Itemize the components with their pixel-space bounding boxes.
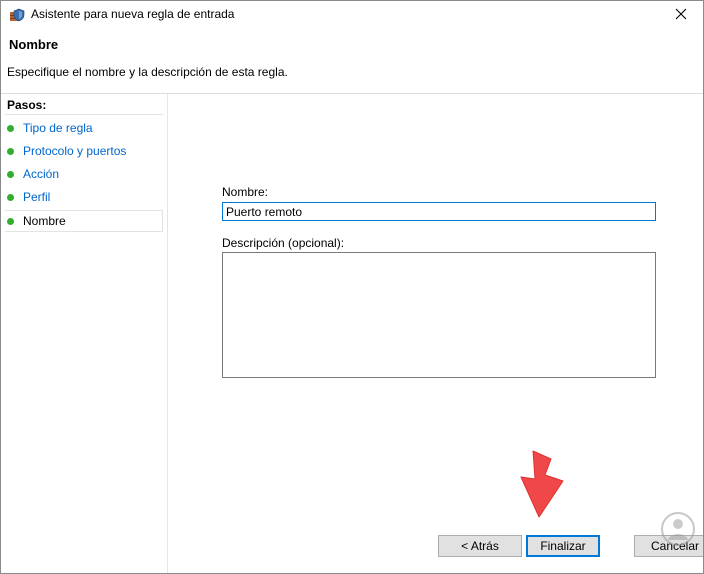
step-label: Perfil xyxy=(23,190,51,204)
window-title: Asistente para nueva regla de entrada xyxy=(31,7,235,21)
step-accion[interactable]: Acción xyxy=(5,164,163,186)
step-tipo-de-regla[interactable]: Tipo de regla xyxy=(5,118,163,140)
description-textarea[interactable] xyxy=(222,252,656,378)
back-button[interactable]: < Atrás xyxy=(438,535,522,557)
close-button[interactable] xyxy=(659,1,703,29)
title-bar: Asistente para nueva regla de entrada xyxy=(1,1,703,29)
current-dot-icon xyxy=(7,218,14,225)
steps-panel: Pasos: Tipo de regla Protocolo y puertos… xyxy=(1,94,168,573)
name-label: Nombre: xyxy=(222,185,269,199)
watermark-logo-icon xyxy=(661,512,695,546)
wizard-window: Asistente para nueva regla de entrada No… xyxy=(0,0,704,574)
red-arrow-icon xyxy=(520,450,564,518)
description-label: Descripción (opcional): xyxy=(222,236,345,250)
finish-button[interactable]: Finalizar xyxy=(526,535,600,557)
page-description: Especifique el nombre y la descripción d… xyxy=(7,65,288,79)
completed-dot-icon xyxy=(7,194,14,201)
step-label: Tipo de regla xyxy=(23,121,93,135)
name-input[interactable] xyxy=(222,202,656,221)
step-protocolo-y-puertos[interactable]: Protocolo y puertos xyxy=(5,141,163,163)
page-title: Nombre xyxy=(9,37,59,52)
step-perfil[interactable]: Perfil xyxy=(5,187,163,209)
step-label: Nombre xyxy=(23,214,66,228)
steps-divider xyxy=(5,114,163,115)
wizard-header: Nombre Especifique el nombre y la descri… xyxy=(1,29,703,94)
completed-dot-icon xyxy=(7,125,14,132)
step-label: Protocolo y puertos xyxy=(23,144,127,158)
completed-dot-icon xyxy=(7,148,14,155)
step-label: Acción xyxy=(23,167,60,181)
step-nombre: Nombre xyxy=(5,210,163,232)
firewall-shield-icon xyxy=(9,7,25,23)
steps-heading: Pasos: xyxy=(7,98,47,112)
close-icon xyxy=(675,8,687,23)
wizard-content: Nombre: Descripción (opcional): < Atrás … xyxy=(168,94,703,573)
completed-dot-icon xyxy=(7,171,14,178)
